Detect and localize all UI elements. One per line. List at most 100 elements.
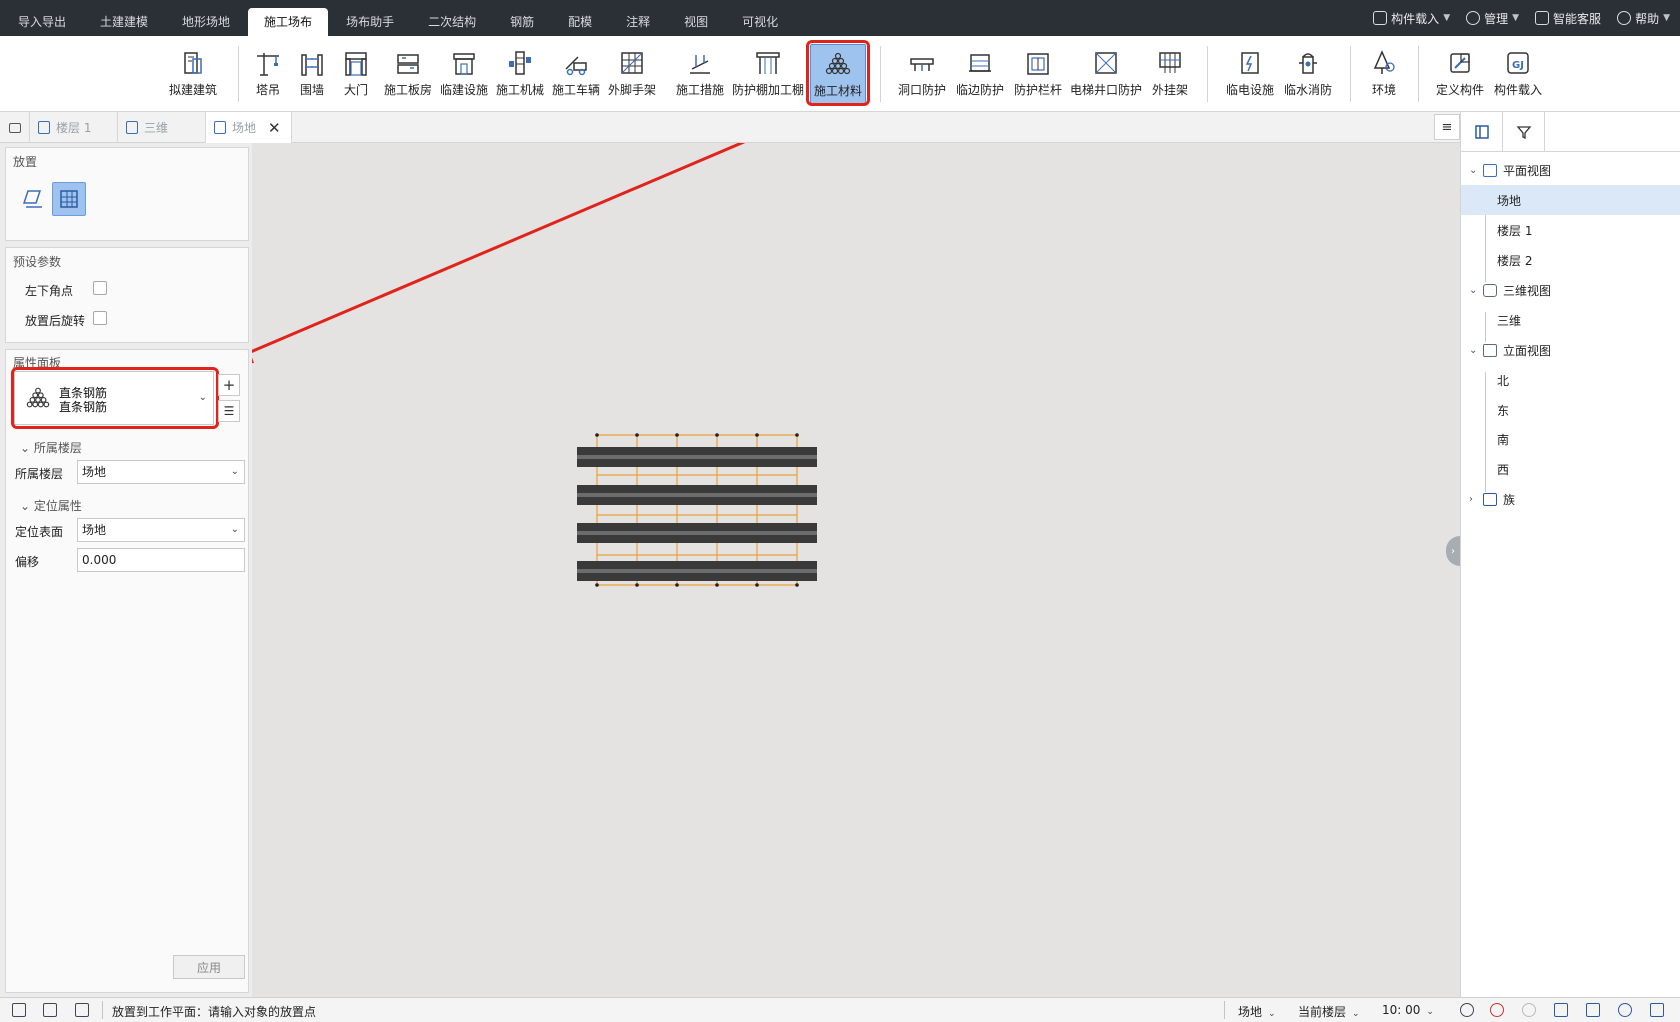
ribbon-environment[interactable]: 环境 <box>1366 44 1402 104</box>
floor-dropdown[interactable]: 场地 ⌄ <box>77 460 245 484</box>
edit-type-button[interactable]: ☰ <box>218 400 240 422</box>
manage-menu[interactable]: 管理 ▼ <box>1466 10 1519 27</box>
position-group-title: 定位属性 <box>33 499 82 513</box>
apply-button[interactable]: 应用 <box>173 955 245 979</box>
ribbon-construction-measures[interactable]: 施工措施 <box>672 44 728 104</box>
surface-dropdown[interactable]: 场地 ⌄ <box>77 518 245 542</box>
render-icon[interactable] <box>1554 1003 1568 1017</box>
ribbon-define-component[interactable]: 定义构件 <box>1432 44 1488 104</box>
floor-mode-selector[interactable]: 当前楼层 ⌄ <box>1298 1003 1360 1020</box>
place-section-title: 放置 <box>13 155 38 169</box>
properties-section: 属性面板 直条钢筋 直条钢筋 ⌄ + ☰ ⌄ 所属楼层 所属楼层 场地 ⌄ ⌄ … <box>5 349 249 993</box>
sun-icon[interactable] <box>1460 1003 1474 1017</box>
ribbon-gate[interactable]: 大门 <box>338 44 374 104</box>
grid-select-icon[interactable] <box>12 1003 26 1017</box>
ribbon-label: 施工车辆 <box>551 83 600 97</box>
light-bulb-icon[interactable] <box>1522 1003 1536 1017</box>
menu-tab-layout-assistant[interactable]: 场布助手 <box>330 8 410 36</box>
cross-select-icon[interactable] <box>75 1003 89 1017</box>
menu-tab-view[interactable]: 视图 <box>668 8 724 36</box>
section-box-icon[interactable] <box>1586 1003 1600 1017</box>
ribbon-temporary-power[interactable]: 临电设施 <box>1222 44 1278 104</box>
annotation-arrow <box>252 143 746 364</box>
add-type-button[interactable]: + <box>218 374 240 396</box>
browser-view-button[interactable] <box>1461 112 1503 152</box>
ribbon-protective-shed[interactable]: 防护棚加工棚 <box>730 44 806 104</box>
tree-node-3d[interactable]: 三维 <box>1461 305 1680 335</box>
doc-tab-3d[interactable]: 三维 <box>118 112 206 143</box>
tree-node-site[interactable]: 场地 <box>1461 185 1680 215</box>
tree-node-label: 南 <box>1497 432 1510 447</box>
ribbon-tower-crane[interactable]: 塔吊 <box>250 44 286 104</box>
doc-tab-label: 场地 <box>232 121 257 135</box>
ribbon-construction-machinery[interactable]: 施工机械 <box>492 44 548 104</box>
browser-filter-button[interactable] <box>1503 112 1545 152</box>
zoom-fit-icon[interactable] <box>1618 1003 1632 1017</box>
doc-tab-site[interactable]: 场地 ✕ <box>206 112 292 143</box>
ribbon-construction-vehicles[interactable]: 施工车辆 <box>548 44 604 104</box>
cube-view-icon[interactable] <box>1650 1003 1664 1017</box>
menu-tab-import-export[interactable]: 导入导出 <box>2 8 82 36</box>
tree-node-families[interactable]: › 族 <box>1461 484 1680 514</box>
chevron-down-icon: ⌄ <box>1268 1009 1276 1019</box>
floor-mode-value: 当前楼层 <box>1298 1005 1347 1019</box>
ribbon-external-scaffold[interactable]: 外脚手架 <box>604 44 660 104</box>
place-grid-button[interactable] <box>52 182 86 216</box>
close-icon[interactable]: ✕ <box>268 119 281 137</box>
status-bar: 放置到工作平面：请输入对象的放置点 场地 ⌄ 当前楼层 ⌄ 10: 00 ⌄ <box>0 997 1680 1022</box>
service-button[interactable]: 智能客服 <box>1535 10 1601 27</box>
tree-node-plan-views[interactable]: ⌄ 平面视图 <box>1461 155 1680 185</box>
help-menu[interactable]: 帮助 ▼ <box>1617 10 1670 27</box>
menu-tab-annotation[interactable]: 注释 <box>610 8 666 36</box>
ribbon-elevator-shaft-protection[interactable]: 电梯井口防护 <box>1068 44 1144 104</box>
drawing-canvas[interactable]: › <box>252 143 1460 997</box>
view-switch-button[interactable] <box>0 112 30 143</box>
site-selector-value: 场地 <box>1238 1005 1263 1019</box>
page-icon <box>126 121 138 134</box>
tree-node-floor-1[interactable]: 楼层 1 <box>1461 215 1680 245</box>
menu-tab-visualization[interactable]: 可视化 <box>726 8 794 36</box>
ribbon-label: 构件载入 <box>1493 83 1542 97</box>
menu-tab-secondary-structure[interactable]: 二次结构 <box>412 8 492 36</box>
position-group-header[interactable]: ⌄ 定位属性 <box>20 497 82 514</box>
component-load-menu[interactable]: 构件载入 ▼ <box>1373 10 1450 27</box>
ribbon-edge-protection[interactable]: 临边防护 <box>952 44 1008 104</box>
time-selector[interactable]: 10: 00 ⌄ <box>1382 1003 1434 1017</box>
ribbon-site-office[interactable]: 施工板房 <box>380 44 436 104</box>
service-label: 智能客服 <box>1553 11 1602 26</box>
offset-input[interactable]: 0.000 <box>77 548 245 572</box>
tree-node-label: 北 <box>1497 373 1510 388</box>
tab-list-menu-button[interactable]: ≡ <box>1434 114 1460 140</box>
shadow-off-icon[interactable] <box>1490 1003 1504 1017</box>
bottom-left-corner-checkbox[interactable] <box>93 281 107 295</box>
menu-tab-rebar[interactable]: 钢筋 <box>494 8 550 36</box>
tree-node-south[interactable]: 南 <box>1461 424 1680 454</box>
ribbon-hanging-frame[interactable]: 外挂架 <box>1148 44 1192 104</box>
rotate-after-place-checkbox[interactable] <box>93 311 107 325</box>
ribbon-water-fire[interactable]: 临水消防 <box>1280 44 1336 104</box>
doc-tab-floor-1[interactable]: 楼层 1 <box>30 112 118 143</box>
menu-tab-site-layout[interactable]: 施工场布 <box>248 8 329 36</box>
tree-node-elevation-views[interactable]: ⌄ 立面视图 <box>1461 335 1680 365</box>
measures-icon <box>685 48 715 78</box>
tree-node-west[interactable]: 西 <box>1461 454 1680 484</box>
floor-group-header[interactable]: ⌄ 所属楼层 <box>20 439 82 456</box>
ribbon-temporary-facilities[interactable]: 临建设施 <box>436 44 492 104</box>
ribbon-load-component[interactable]: GJ 构件载入 <box>1490 44 1546 104</box>
ribbon-fence[interactable]: 围墙 <box>294 44 330 104</box>
menu-tab-terrain-site[interactable]: 地形场地 <box>166 8 246 36</box>
svg-text:GJ: GJ <box>1512 60 1524 71</box>
ribbon-label: 塔吊 <box>255 83 280 97</box>
tree-node-north[interactable]: 北 <box>1461 365 1680 395</box>
ribbon-guardrail[interactable]: 防护栏杆 <box>1010 44 1066 104</box>
ribbon-opening-protection[interactable]: 洞口防护 <box>894 44 950 104</box>
site-selector[interactable]: 场地 ⌄ <box>1238 1003 1276 1020</box>
menu-tab-civil-modeling[interactable]: 土建建模 <box>84 8 164 36</box>
tree-node-3d-views[interactable]: ⌄ 三维视图 <box>1461 275 1680 305</box>
tree-node-east[interactable]: 东 <box>1461 395 1680 425</box>
menu-tab-formwork[interactable]: 配模 <box>552 8 608 36</box>
place-single-button[interactable] <box>17 182 51 216</box>
tree-node-floor-2[interactable]: 楼层 2 <box>1461 245 1680 275</box>
window-select-icon[interactable] <box>43 1003 57 1017</box>
ribbon-proposed-building[interactable]: 拟建建筑 <box>165 44 221 104</box>
